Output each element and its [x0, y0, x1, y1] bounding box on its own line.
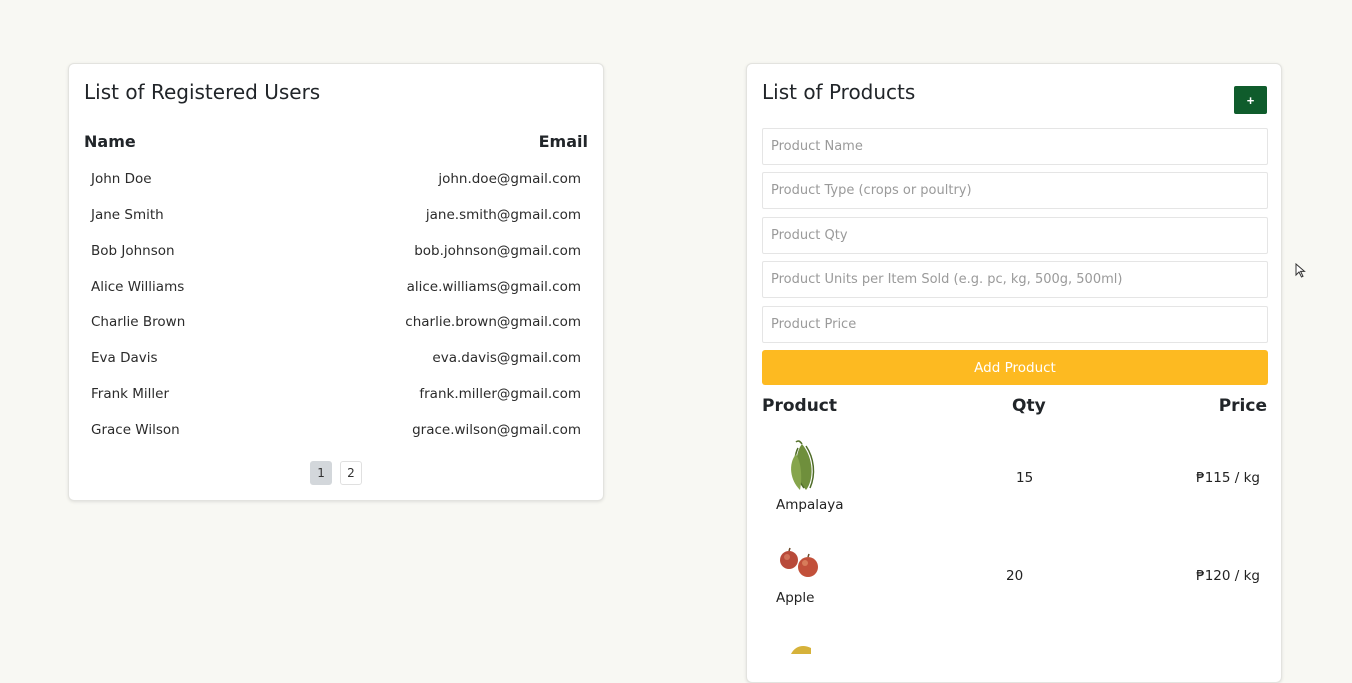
products-table-header: Product Qty Price: [762, 396, 1267, 418]
product-name: Apple: [776, 590, 815, 606]
product-qty: 15: [1016, 470, 1034, 486]
product-image-partial: [791, 646, 811, 654]
column-header-qty: Qty: [1012, 396, 1046, 416]
user-name: Grace Wilson: [91, 422, 180, 438]
ampalaya-image: [791, 440, 815, 490]
product-price: ₱120 / kg: [1196, 568, 1260, 584]
user-name: Eva Davis: [91, 350, 158, 366]
user-email: alice.williams@gmail.com: [406, 279, 581, 295]
user-email: jane.smith@gmail.com: [425, 207, 581, 223]
product-name-input[interactable]: [762, 128, 1268, 165]
product-row: Apple 20 ₱120 / kg: [762, 546, 1266, 626]
mouse-cursor-icon: [1295, 263, 1306, 278]
user-name: John Doe: [91, 171, 152, 187]
product-type-input[interactable]: [762, 172, 1268, 209]
user-email: charlie.brown@gmail.com: [405, 314, 581, 330]
page-button-2[interactable]: 2: [339, 461, 362, 485]
add-product-button[interactable]: Add Product: [762, 350, 1268, 385]
column-header-price: Price: [1218, 396, 1267, 416]
column-header-name: Name: [84, 132, 136, 151]
products-card: List of Products + Add Product Product Q…: [746, 63, 1282, 683]
user-email: bob.johnson@gmail.com: [414, 243, 581, 259]
add-product-icon-button[interactable]: +: [1234, 86, 1267, 114]
users-pagination: 1 2: [69, 461, 603, 485]
product-price-input[interactable]: [762, 306, 1268, 343]
table-row: Frank Miller frank.miller@gmail.com: [91, 386, 581, 406]
users-card-title: List of Registered Users: [84, 80, 321, 104]
table-row: Grace Wilson grace.wilson@gmail.com: [91, 422, 581, 442]
products-card-title: List of Products: [762, 80, 916, 104]
table-row: John Doe john.doe@gmail.com: [91, 171, 581, 191]
product-qty-input[interactable]: [762, 217, 1268, 254]
user-email: eva.davis@gmail.com: [432, 350, 581, 366]
user-name: Jane Smith: [91, 207, 164, 223]
column-header-email: Email: [538, 132, 588, 151]
user-name: Charlie Brown: [91, 314, 186, 330]
table-row: Bob Johnson bob.johnson@gmail.com: [91, 243, 581, 263]
table-row: Eva Davis eva.davis@gmail.com: [91, 350, 581, 370]
product-row: Ampalaya 15 ₱115 / kg: [762, 440, 1266, 520]
column-header-product: Product: [762, 396, 837, 416]
user-email: grace.wilson@gmail.com: [412, 422, 581, 438]
page-button-1[interactable]: 1: [310, 461, 333, 485]
table-row: Jane Smith jane.smith@gmail.com: [91, 207, 581, 227]
users-table-header: Name Email: [84, 132, 588, 152]
apple-image: [780, 547, 818, 577]
table-row: Alice Williams alice.williams@gmail.com: [91, 279, 581, 299]
registered-users-card: List of Registered Users Name Email John…: [68, 63, 604, 501]
product-price: ₱115 / kg: [1196, 470, 1260, 486]
user-email: frank.miller@gmail.com: [419, 386, 581, 402]
product-qty: 20: [1006, 568, 1024, 584]
product-units-input[interactable]: [762, 261, 1268, 298]
user-email: john.doe@gmail.com: [438, 171, 581, 187]
user-name: Bob Johnson: [91, 243, 175, 259]
table-row: Charlie Brown charlie.brown@gmail.com: [91, 314, 581, 334]
product-name: Ampalaya: [776, 497, 844, 513]
user-name: Alice Williams: [91, 279, 185, 295]
user-name: Frank Miller: [91, 386, 170, 402]
